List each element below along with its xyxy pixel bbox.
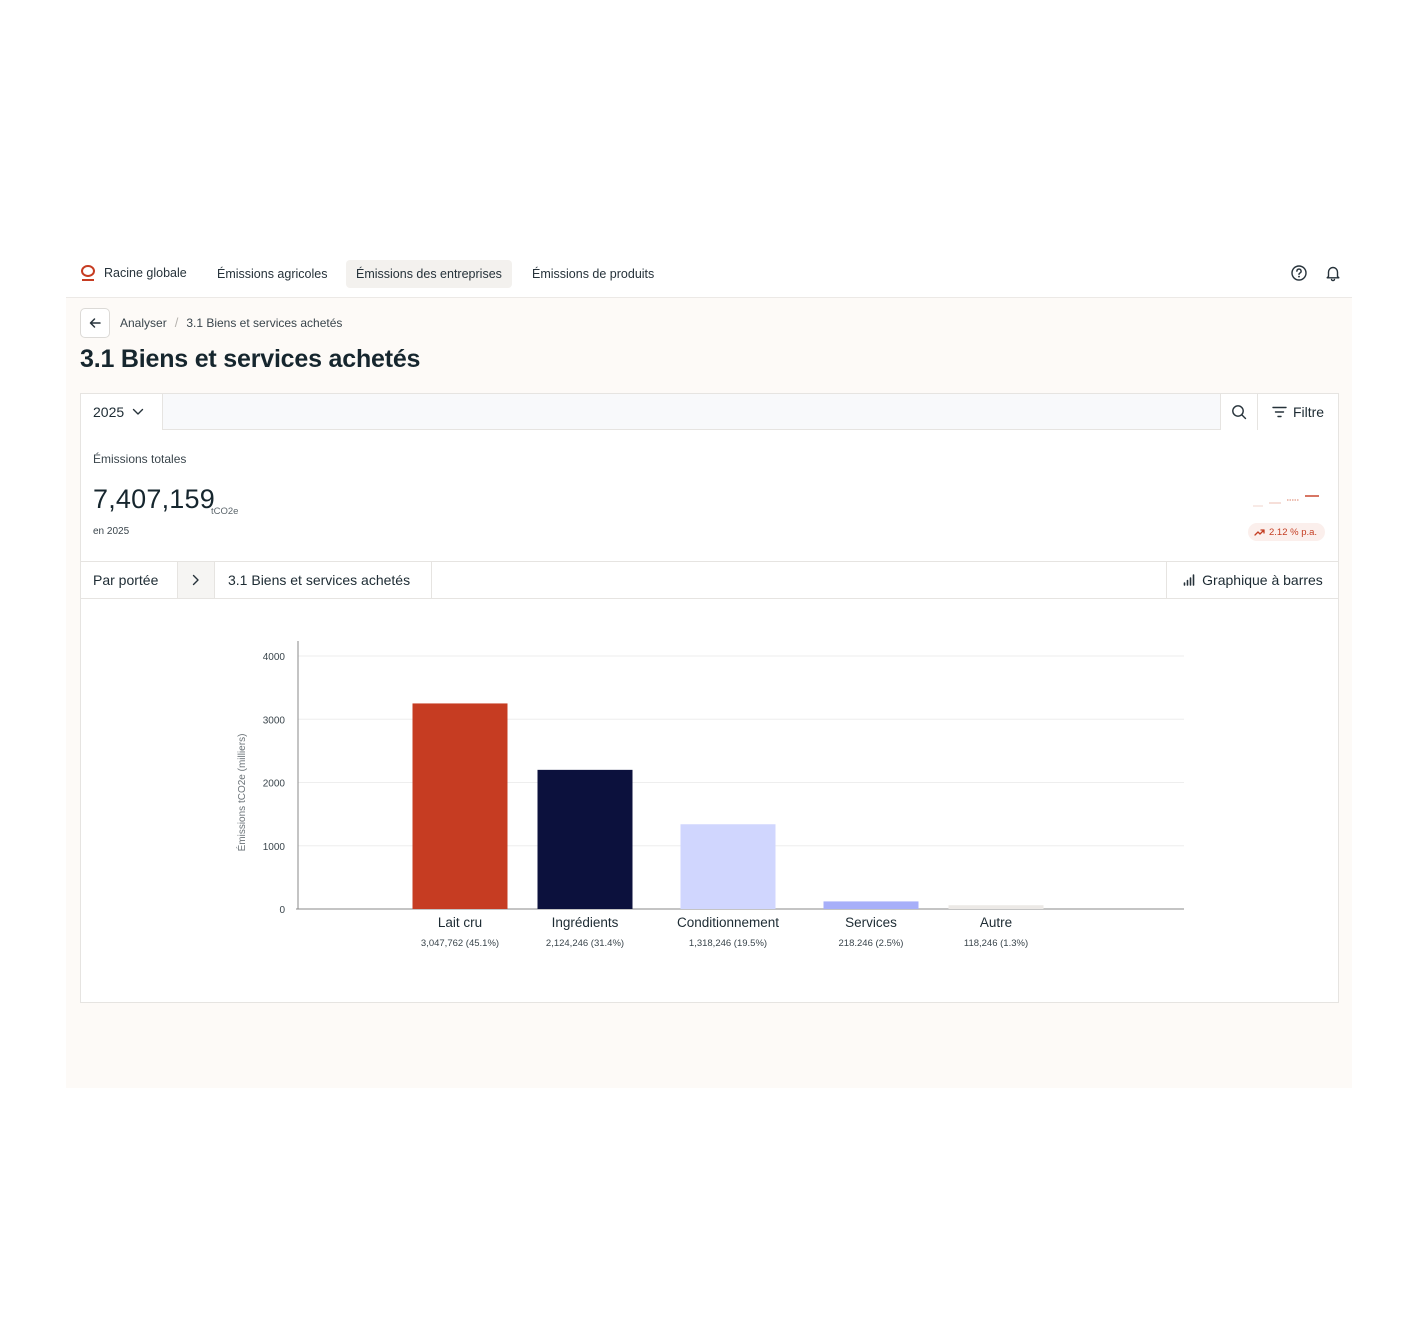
scope-chevron[interactable]	[177, 562, 215, 598]
nav-link-agricultural[interactable]: Émissions agricoles	[207, 260, 337, 288]
brand-label: Racine globale	[104, 266, 187, 280]
y-tick-label: 0	[279, 905, 285, 916]
nav-link-products[interactable]: Émissions de produits	[522, 260, 664, 288]
filter-label: Filtre	[1292, 404, 1325, 420]
search-icon	[1232, 405, 1247, 420]
bar-value-label: 118,246 (1.3%)	[964, 938, 1028, 949]
filter-button[interactable]: Filtre	[1257, 394, 1338, 430]
y-tick-label: 2000	[263, 779, 286, 790]
year-select-value: 2025	[93, 404, 125, 420]
bar	[537, 769, 633, 909]
back-button[interactable]	[80, 308, 110, 338]
breadcrumb: Analyser / 3.1 Biens et services achetés	[120, 315, 342, 330]
scope-current[interactable]: 3.1 Biens et services achetés	[215, 562, 432, 598]
search-button[interactable]	[1220, 394, 1257, 430]
bar-value-label: 3,047,762 (45.1%)	[421, 938, 499, 949]
bar	[412, 703, 508, 909]
chart-type-button[interactable]: Graphique à barres	[1166, 562, 1338, 598]
bar-value-label: 1,318,246 (19.5%)	[689, 938, 767, 949]
scope-bar: Par portée 3.1 Biens et services achetés…	[81, 562, 1338, 599]
bell-icon[interactable]	[1324, 264, 1342, 282]
chevron-right-icon	[192, 574, 199, 586]
bar	[823, 901, 919, 909]
x-category-label: Lait cru	[438, 915, 482, 930]
x-category-label: Ingrédients	[552, 915, 619, 930]
bar-value-label: 218.246 (2.5%)	[839, 938, 904, 949]
y-axis-label: Émissions tCO2e (milliers)	[235, 734, 248, 852]
brand-logo-icon	[81, 265, 95, 281]
y-tick-label: 1000	[263, 842, 286, 853]
analysis-card: 2025 Filtre Émissions totales 7,407,159 …	[80, 393, 1339, 1003]
year-select[interactable]: 2025	[81, 394, 163, 430]
total-emissions-unit: tCO2e	[211, 506, 239, 517]
help-icon[interactable]	[1290, 264, 1308, 282]
chevron-down-icon	[132, 408, 144, 415]
total-emissions-label: Émissions totales	[93, 452, 187, 466]
total-emissions-panel: Émissions totales 7,407,159 tCO2e en 202…	[81, 430, 1338, 562]
x-category-label: Services	[845, 915, 897, 930]
bar-chart-icon	[1183, 574, 1195, 586]
bar-value-label: 2,124,246 (31.4%)	[546, 938, 624, 949]
y-tick-label: 4000	[263, 652, 286, 663]
breadcrumb-item-analyser[interactable]: Analyser	[120, 316, 167, 330]
x-category-label: Conditionnement	[677, 915, 779, 930]
trend-up-icon	[1254, 529, 1265, 536]
scope-group-label[interactable]: Par portée	[81, 562, 177, 598]
page-title: 3.1 Biens et services achetés	[80, 345, 421, 373]
total-emissions-year: en 2025	[93, 526, 130, 537]
chart-type-label: Graphique à barres	[1202, 572, 1323, 588]
nav-link-corporate[interactable]: Émissions des entreprises	[346, 260, 512, 288]
trend-badge: 2.12 % p.a.	[1248, 523, 1326, 541]
toolbar: 2025 Filtre	[81, 394, 1338, 430]
breadcrumb-item-current: 3.1 Biens et services achetés	[186, 315, 343, 330]
app-window: Racine globale Émissions agricoles Émiss…	[66, 248, 1352, 1088]
brand-link[interactable]: Racine globale	[80, 264, 187, 282]
bar	[948, 905, 1044, 909]
top-navigation: Racine globale Émissions agricoles Émiss…	[66, 248, 1352, 298]
bar-chart: 0 1000 2000 3000 4000 Émissions tCO2e (millie…	[235, 641, 1184, 949]
filter-icon	[1272, 406, 1287, 418]
arrow-left-icon	[89, 318, 101, 328]
trend-value: 2.12 % p.a.	[1269, 526, 1318, 538]
x-category-label: Autre	[980, 915, 1012, 930]
bar	[680, 824, 776, 909]
y-tick-label: 3000	[263, 715, 286, 726]
total-emissions-value: 7,407,159	[93, 484, 215, 514]
breadcrumb-separator: /	[174, 315, 179, 330]
trend-sparkline	[1253, 495, 1319, 507]
